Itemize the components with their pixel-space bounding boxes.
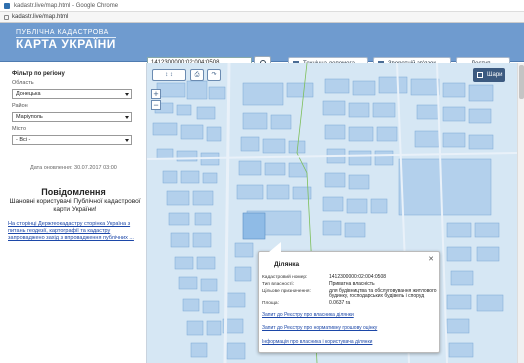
- row-label: Цільове призначення:: [262, 289, 311, 294]
- valuation-request-link[interactable]: Запит до Реєстру про нормативну грошову …: [262, 325, 377, 331]
- address-url[interactable]: kadastr.live/map.html: [12, 14, 68, 20]
- region-select[interactable]: Донецька: [12, 89, 132, 99]
- layers-icon: [477, 72, 483, 78]
- site-title: КАРТА УКРАЇНИ: [16, 37, 116, 51]
- notice-text: Шановні користувачі Публічної кадастрово…: [9, 198, 141, 213]
- data-update-date: Дата оновлення: 30.07.2017 03:00: [30, 165, 117, 171]
- row-label: Тип власності:: [262, 282, 294, 287]
- parcel-popup: Ділянка ✕ Кадастровий номер: 1412300000:…: [258, 242, 440, 353]
- notice-link[interactable]: На сторінці Держгеокадастру сторінка Укр…: [8, 221, 140, 242]
- owner-request-link[interactable]: Запит до Реєстру про власника ділянки: [262, 312, 354, 318]
- browser-title-bar: kadastr.live/map.html - Google Chrome: [0, 0, 524, 12]
- browser-title: kadastr.live/map.html - Google Chrome: [14, 3, 119, 9]
- layers-button[interactable]: Шари: [473, 68, 505, 82]
- chevron-down-icon: [125, 116, 129, 119]
- selected-parcel[interactable]: [242, 212, 266, 240]
- address-bar[interactable]: kadastr.live/map.html: [0, 12, 524, 23]
- map-view[interactable]: ↕ ↕ ⎙ ↷ + − Шари Ділянка ✕ Кадастровий н…: [147, 63, 517, 363]
- owner-info-link[interactable]: Інформація про власника і користувача ді…: [262, 339, 372, 345]
- page-info-icon[interactable]: [4, 15, 9, 20]
- site-header: ПУБЛІЧНА КАДАСТРОВА КАРТА УКРАЇНИ 141230…: [0, 23, 524, 77]
- notice-title: Повідомлення: [41, 187, 106, 197]
- sidebar: Фільтр по регіону Область Донецька Район…: [0, 63, 147, 363]
- ownership-type: Приватна власність: [329, 281, 375, 287]
- cadastral-number: 1412300000:02:004:0508: [329, 274, 387, 280]
- favicon-icon: [4, 3, 10, 9]
- popup-pointer: [269, 242, 281, 252]
- chevron-down-icon: [125, 139, 129, 142]
- zoom-out-button[interactable]: −: [151, 100, 161, 110]
- filter-title: Фільтр по регіону: [12, 71, 65, 77]
- print-button[interactable]: ⎙: [190, 69, 204, 81]
- district-select[interactable]: Маріуполь: [12, 112, 132, 122]
- district-label: Район: [12, 103, 28, 109]
- city-label: Місто: [12, 126, 27, 132]
- region-label: Область: [12, 80, 34, 86]
- zoom-in-button[interactable]: +: [151, 89, 161, 99]
- share-button[interactable]: ↷: [207, 69, 221, 81]
- city-select[interactable]: - Всі -: [12, 135, 132, 145]
- row-label: Площа:: [262, 301, 279, 306]
- chevron-down-icon: [125, 93, 129, 96]
- popup-title: Ділянка: [274, 261, 300, 268]
- measure-tool-button[interactable]: ↕ ↕: [152, 69, 186, 81]
- purpose-value: для будівництва та обслуговування житлов…: [329, 288, 437, 300]
- site-subtitle: ПУБЛІЧНА КАДАСТРОВА: [16, 29, 109, 36]
- area-value: 0.0637 га: [329, 300, 351, 306]
- scrollbar-thumb[interactable]: [519, 65, 524, 99]
- scrollbar[interactable]: [517, 63, 524, 363]
- close-icon[interactable]: ✕: [428, 255, 434, 263]
- row-label: Кадастровий номер:: [262, 275, 308, 280]
